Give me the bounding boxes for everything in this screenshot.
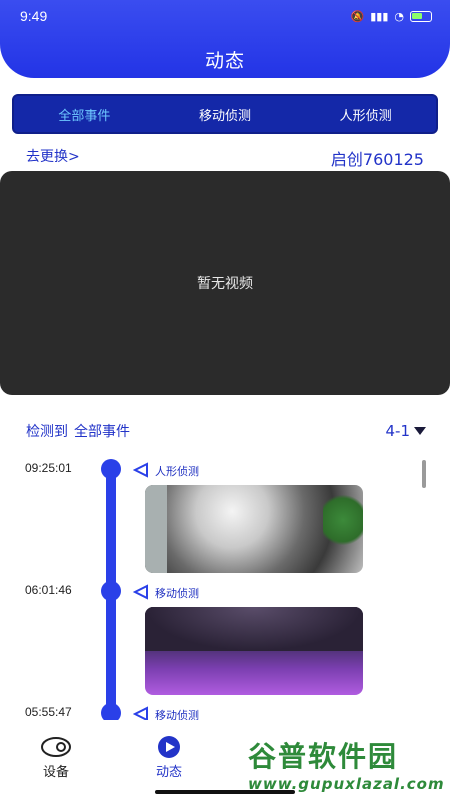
- video-player[interactable]: 暂无视频: [0, 171, 450, 395]
- event-thumbnail[interactable]: [145, 607, 363, 695]
- arrow-left-icon: [133, 462, 148, 478]
- bottom-nav: 设备 动态: [0, 727, 450, 800]
- tab-motion-detection[interactable]: 移动侦测: [155, 105, 296, 124]
- event-thumbnail[interactable]: [145, 485, 363, 573]
- date-value: 4-1: [385, 422, 411, 440]
- thumbnail-detail: [145, 607, 363, 651]
- battery-icon: [410, 10, 432, 22]
- tab-all-events[interactable]: 全部事件: [14, 105, 155, 124]
- event-type: 人形侦测: [155, 465, 199, 478]
- nav-activity-label: 动态: [155, 765, 182, 780]
- no-video-text: 暂无视频: [197, 276, 253, 292]
- detected-label: 检测到: [26, 424, 68, 440]
- status-bar: 9:49 🔕 ▮▮▮ ◔: [20, 6, 432, 26]
- nav-devices-label: 设备: [42, 765, 69, 780]
- switch-device-link[interactable]: 去更换>: [26, 146, 80, 170]
- event-type: 移动侦测: [155, 587, 199, 600]
- timeline-dot: [101, 459, 121, 479]
- thumbnail-detail: [323, 490, 363, 550]
- signal-icon: ▮▮▮: [370, 9, 389, 23]
- event-type-filter[interactable]: 全部事件: [74, 421, 130, 441]
- timeline-dot: [101, 581, 121, 601]
- nav-devices[interactable]: 设备: [26, 735, 86, 780]
- arrow-left-icon: [133, 584, 148, 600]
- event-tabs: 全部事件 移动侦测 人形侦测: [12, 94, 438, 134]
- page-title: 动态: [204, 50, 245, 72]
- dropdown-triangle-icon: [414, 427, 426, 435]
- mute-icon: 🔕: [350, 9, 365, 23]
- status-icons: 🔕 ▮▮▮ ◔: [351, 10, 432, 23]
- wifi-icon: ◔: [394, 9, 404, 23]
- event-time: 05:55:47: [25, 705, 72, 719]
- arrow-left-icon: [133, 706, 148, 720]
- device-row: 去更换> 启创760125: [26, 146, 424, 170]
- home-indicator: [155, 790, 295, 794]
- device-name: 启创760125: [330, 150, 424, 169]
- event-type: 移动侦测: [155, 709, 199, 720]
- event-time: 06:01:46: [25, 583, 72, 597]
- timeline-dot: [101, 703, 121, 720]
- filter-row: 检测到 全部事件 4-1: [26, 421, 426, 441]
- camera-icon: [41, 737, 71, 757]
- date-selector[interactable]: 4-1: [385, 422, 426, 440]
- play-icon: [158, 736, 180, 758]
- tab-human-detection[interactable]: 人形侦测: [295, 105, 436, 124]
- thumbnail-detail: [145, 485, 167, 573]
- event-timeline: 09:25:01 人形侦测 06:01:46 移动侦测 05:55:47 移动侦…: [0, 455, 450, 720]
- nav-activity[interactable]: 动态: [139, 735, 199, 780]
- header: 9:49 🔕 ▮▮▮ ◔ 动态: [0, 0, 450, 78]
- status-time: 9:49: [20, 8, 48, 24]
- scrollbar[interactable]: [422, 460, 426, 488]
- event-time: 09:25:01: [25, 461, 72, 475]
